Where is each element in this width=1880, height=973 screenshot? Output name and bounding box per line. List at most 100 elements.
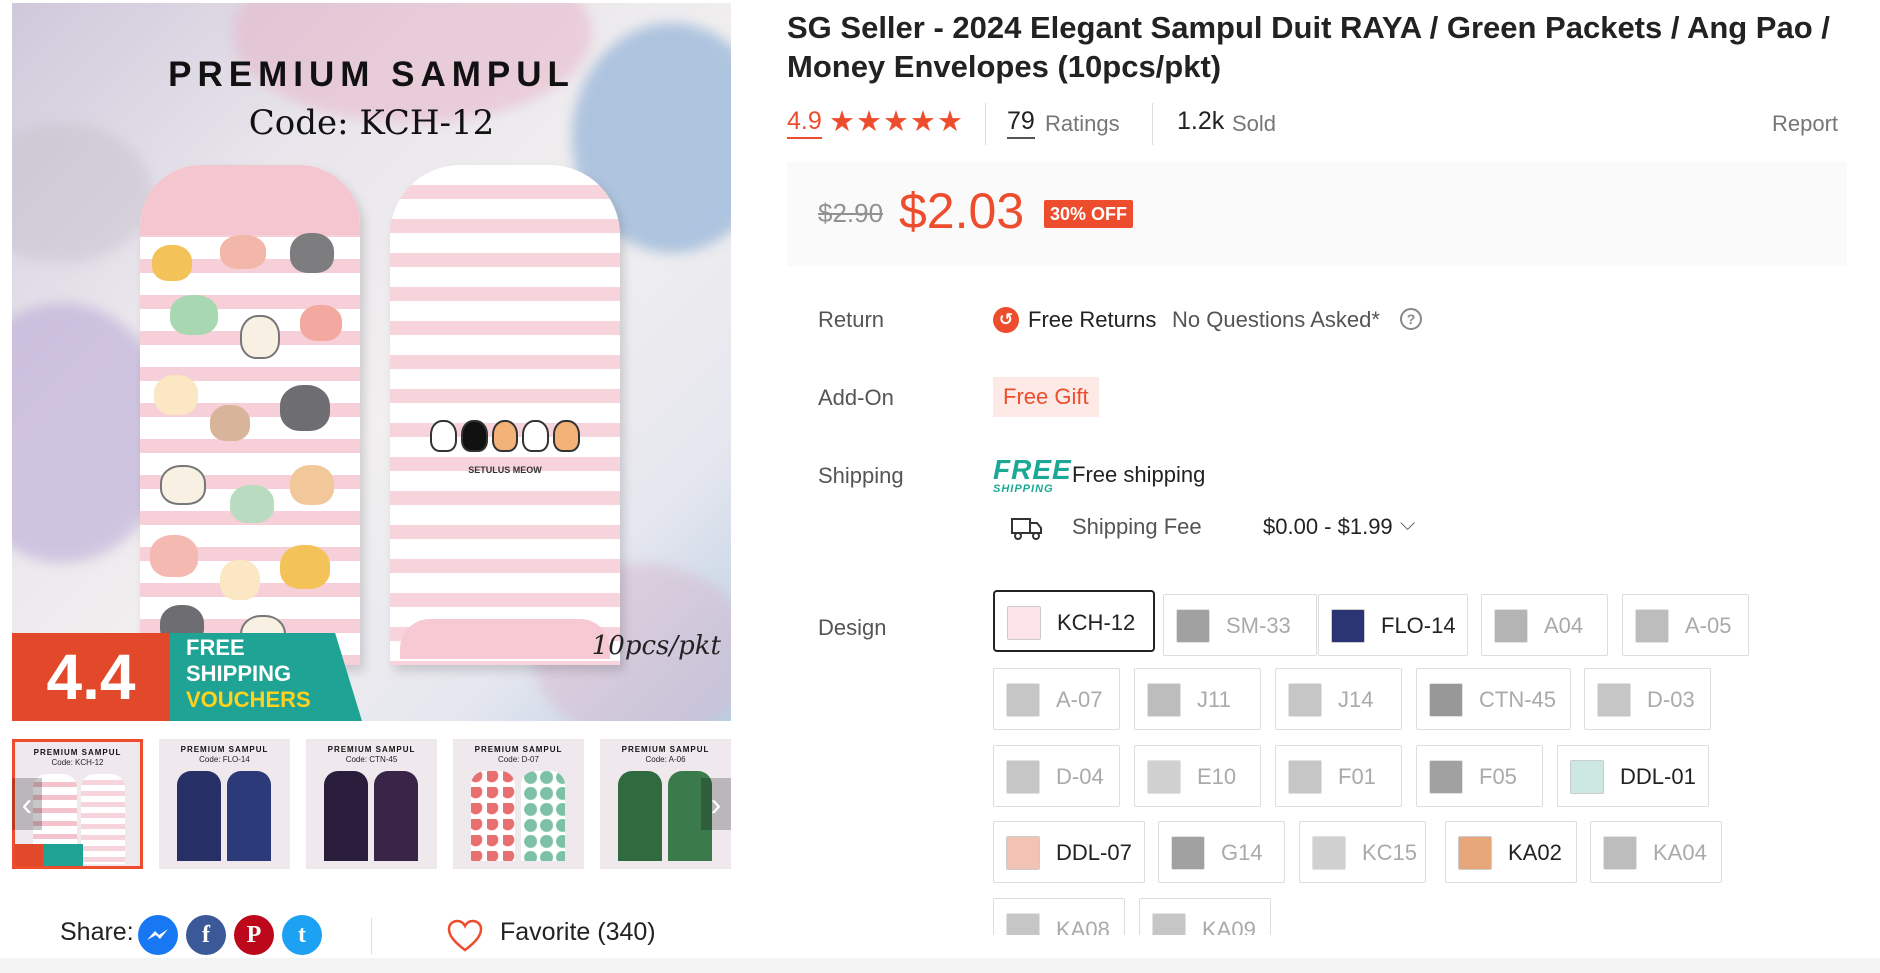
chevron-down-icon[interactable]: ⌵ xyxy=(1400,513,1415,536)
thumbnail-code: Code: FLO-14 xyxy=(199,755,250,764)
design-option-sm-33[interactable]: SM-33 xyxy=(1163,594,1317,656)
promo-line: VOUCHERS xyxy=(186,687,311,712)
share-label: Share: xyxy=(60,918,134,946)
design-option-flo-14[interactable]: FLO-14 xyxy=(1318,594,1468,656)
design-swatch xyxy=(1603,836,1637,870)
design-option-label: J11 xyxy=(1197,687,1231,712)
watercolor-wash xyxy=(12,123,152,263)
product-title: SG Seller - 2024 Elegant Sampul Duit RAY… xyxy=(787,10,1830,84)
thumbnail-title: PREMIUM SAMPUL xyxy=(621,745,710,754)
design-options: KCH-12 SM-33 FLO-14 A04 A-05 A-07 J11 J14 CTN-45… xyxy=(993,590,1753,935)
stat-divider xyxy=(1152,103,1153,145)
design-option-kch-12[interactable]: KCH-12 xyxy=(993,590,1155,652)
sold-count: 1.2k xyxy=(1177,107,1225,135)
design-option-d-04[interactable]: D-04 xyxy=(993,745,1120,807)
truck-icon xyxy=(1011,518,1042,540)
design-option-label: KCH-12 xyxy=(1057,610,1136,635)
design-swatch xyxy=(1429,683,1463,717)
thumbnail-flo-14[interactable]: PREMIUM SAMPUL Code: FLO-14 xyxy=(159,739,290,869)
thumbnail-title: PREMIUM SAMPUL xyxy=(180,745,269,754)
thumbnail-next-arrow[interactable]: › xyxy=(701,778,731,830)
design-swatch xyxy=(1288,683,1322,717)
design-option-j14[interactable]: J14 xyxy=(1275,668,1402,730)
promo-line: FREE xyxy=(186,635,245,660)
design-swatch xyxy=(1152,913,1186,935)
design-option-a-07[interactable]: A-07 xyxy=(993,668,1120,730)
design-swatch xyxy=(1570,760,1604,794)
ratings-count[interactable]: 79 xyxy=(1007,107,1035,139)
discount-badge: 30% OFF xyxy=(1044,200,1134,228)
design-swatch xyxy=(1312,836,1346,870)
design-option-label: A-07 xyxy=(1056,687,1103,712)
pack-size: 10pcs/pkt xyxy=(591,631,721,661)
thumbnail-title: PREMIUM SAMPUL xyxy=(474,745,563,754)
design-option-ka04[interactable]: KA04 xyxy=(1590,821,1722,883)
design-option-d-03[interactable]: D-03 xyxy=(1584,668,1711,730)
design-option-ka08[interactable]: KA08 xyxy=(993,898,1125,935)
design-swatch xyxy=(1147,760,1181,794)
shipping-fee-value[interactable]: $0.00 - $1.99 xyxy=(1263,514,1393,540)
design-label: Design xyxy=(818,615,887,640)
original-price: $2.90 xyxy=(818,198,884,228)
thumbnail-ctn-45[interactable]: PREMIUM SAMPUL Code: CTN-45 xyxy=(306,739,437,869)
thumbnail-d-07[interactable]: PREMIUM SAMPUL Code: D-07 xyxy=(453,739,584,869)
plain-striped-envelope: SETULUS MEOW xyxy=(390,165,620,665)
messenger-icon[interactable] xyxy=(138,915,178,955)
addon-label: Add-On xyxy=(818,385,894,410)
design-option-ctn-45[interactable]: CTN-45 xyxy=(1416,668,1571,730)
design-option-label: KA04 xyxy=(1653,840,1707,865)
free-shipping-text: Free shipping xyxy=(1072,462,1206,487)
free-returns-text[interactable]: Free Returns xyxy=(1028,307,1156,333)
design-swatch xyxy=(1331,609,1365,643)
design-option-label: E10 xyxy=(1197,764,1237,789)
design-swatch xyxy=(1006,913,1040,935)
design-option-ddl-07[interactable]: DDL-07 xyxy=(993,821,1145,883)
facebook-icon[interactable]: f xyxy=(186,915,226,955)
design-option-g14[interactable]: G14 xyxy=(1158,821,1285,883)
design-option-label: D-04 xyxy=(1056,764,1104,789)
design-swatch xyxy=(1171,836,1205,870)
twitter-icon[interactable]: t xyxy=(282,915,322,955)
rating-value[interactable]: 4.9 xyxy=(787,107,822,139)
promo-text: FREE SHIPPING VOUCHERS xyxy=(170,633,362,721)
heart-icon[interactable] xyxy=(445,916,485,956)
messenger-glyph xyxy=(147,929,168,940)
design-option-a-05[interactable]: A-05 xyxy=(1622,594,1749,656)
thumbnail-prev-arrow[interactable]: ‹ xyxy=(12,778,42,830)
image-heading: PREMIUM SAMPUL xyxy=(168,55,575,94)
envelope-label: SETULUS MEOW xyxy=(468,465,542,475)
design-swatch xyxy=(1597,683,1631,717)
design-swatch xyxy=(1635,609,1669,643)
main-product-image[interactable]: PREMIUM SAMPUL Code: KCH-12 SETULUS MEOW… xyxy=(12,3,731,721)
design-option-a04[interactable]: A04 xyxy=(1481,594,1608,656)
thumbnail-title: PREMIUM SAMPUL xyxy=(33,748,122,757)
design-swatch xyxy=(1494,609,1528,643)
design-option-kc15[interactable]: KC15 xyxy=(1299,821,1426,883)
image-code: Code: KCH-12 xyxy=(248,103,495,143)
design-option-ka09[interactable]: KA09 xyxy=(1139,898,1271,935)
pinterest-icon[interactable]: P xyxy=(234,915,274,955)
design-option-label: KC15 xyxy=(1362,840,1418,865)
design-swatch xyxy=(1147,683,1181,717)
cat-pattern-envelope xyxy=(140,165,360,665)
promo-line: SHIPPING xyxy=(186,661,292,686)
design-option-label: DDL-01 xyxy=(1620,764,1696,789)
free-gift-badge[interactable]: Free Gift xyxy=(993,377,1099,417)
design-option-ka02[interactable]: KA02 xyxy=(1445,821,1577,883)
shipping-fee-label: Shipping Fee xyxy=(1072,514,1202,539)
design-option-label: A04 xyxy=(1544,613,1584,638)
design-swatch xyxy=(1006,760,1040,794)
design-option-e10[interactable]: E10 xyxy=(1134,745,1261,807)
ratings-label: Ratings xyxy=(1045,111,1120,136)
design-option-f05[interactable]: F05 xyxy=(1416,745,1543,807)
design-option-label: D-03 xyxy=(1647,687,1695,712)
report-link[interactable]: Report xyxy=(1772,111,1838,137)
help-icon[interactable]: ? xyxy=(1400,308,1422,330)
design-option-ddl-01[interactable]: DDL-01 xyxy=(1557,745,1709,807)
free-shipping-logo-top: FREE xyxy=(993,454,1072,485)
favorite-label[interactable]: Favorite (340) xyxy=(500,918,656,947)
design-option-f01[interactable]: F01 xyxy=(1275,745,1402,807)
shipping-label: Shipping xyxy=(818,463,904,488)
free-shipping-logo-bottom: SHIPPING xyxy=(993,483,1054,495)
design-option-j11[interactable]: J11 xyxy=(1134,668,1261,730)
